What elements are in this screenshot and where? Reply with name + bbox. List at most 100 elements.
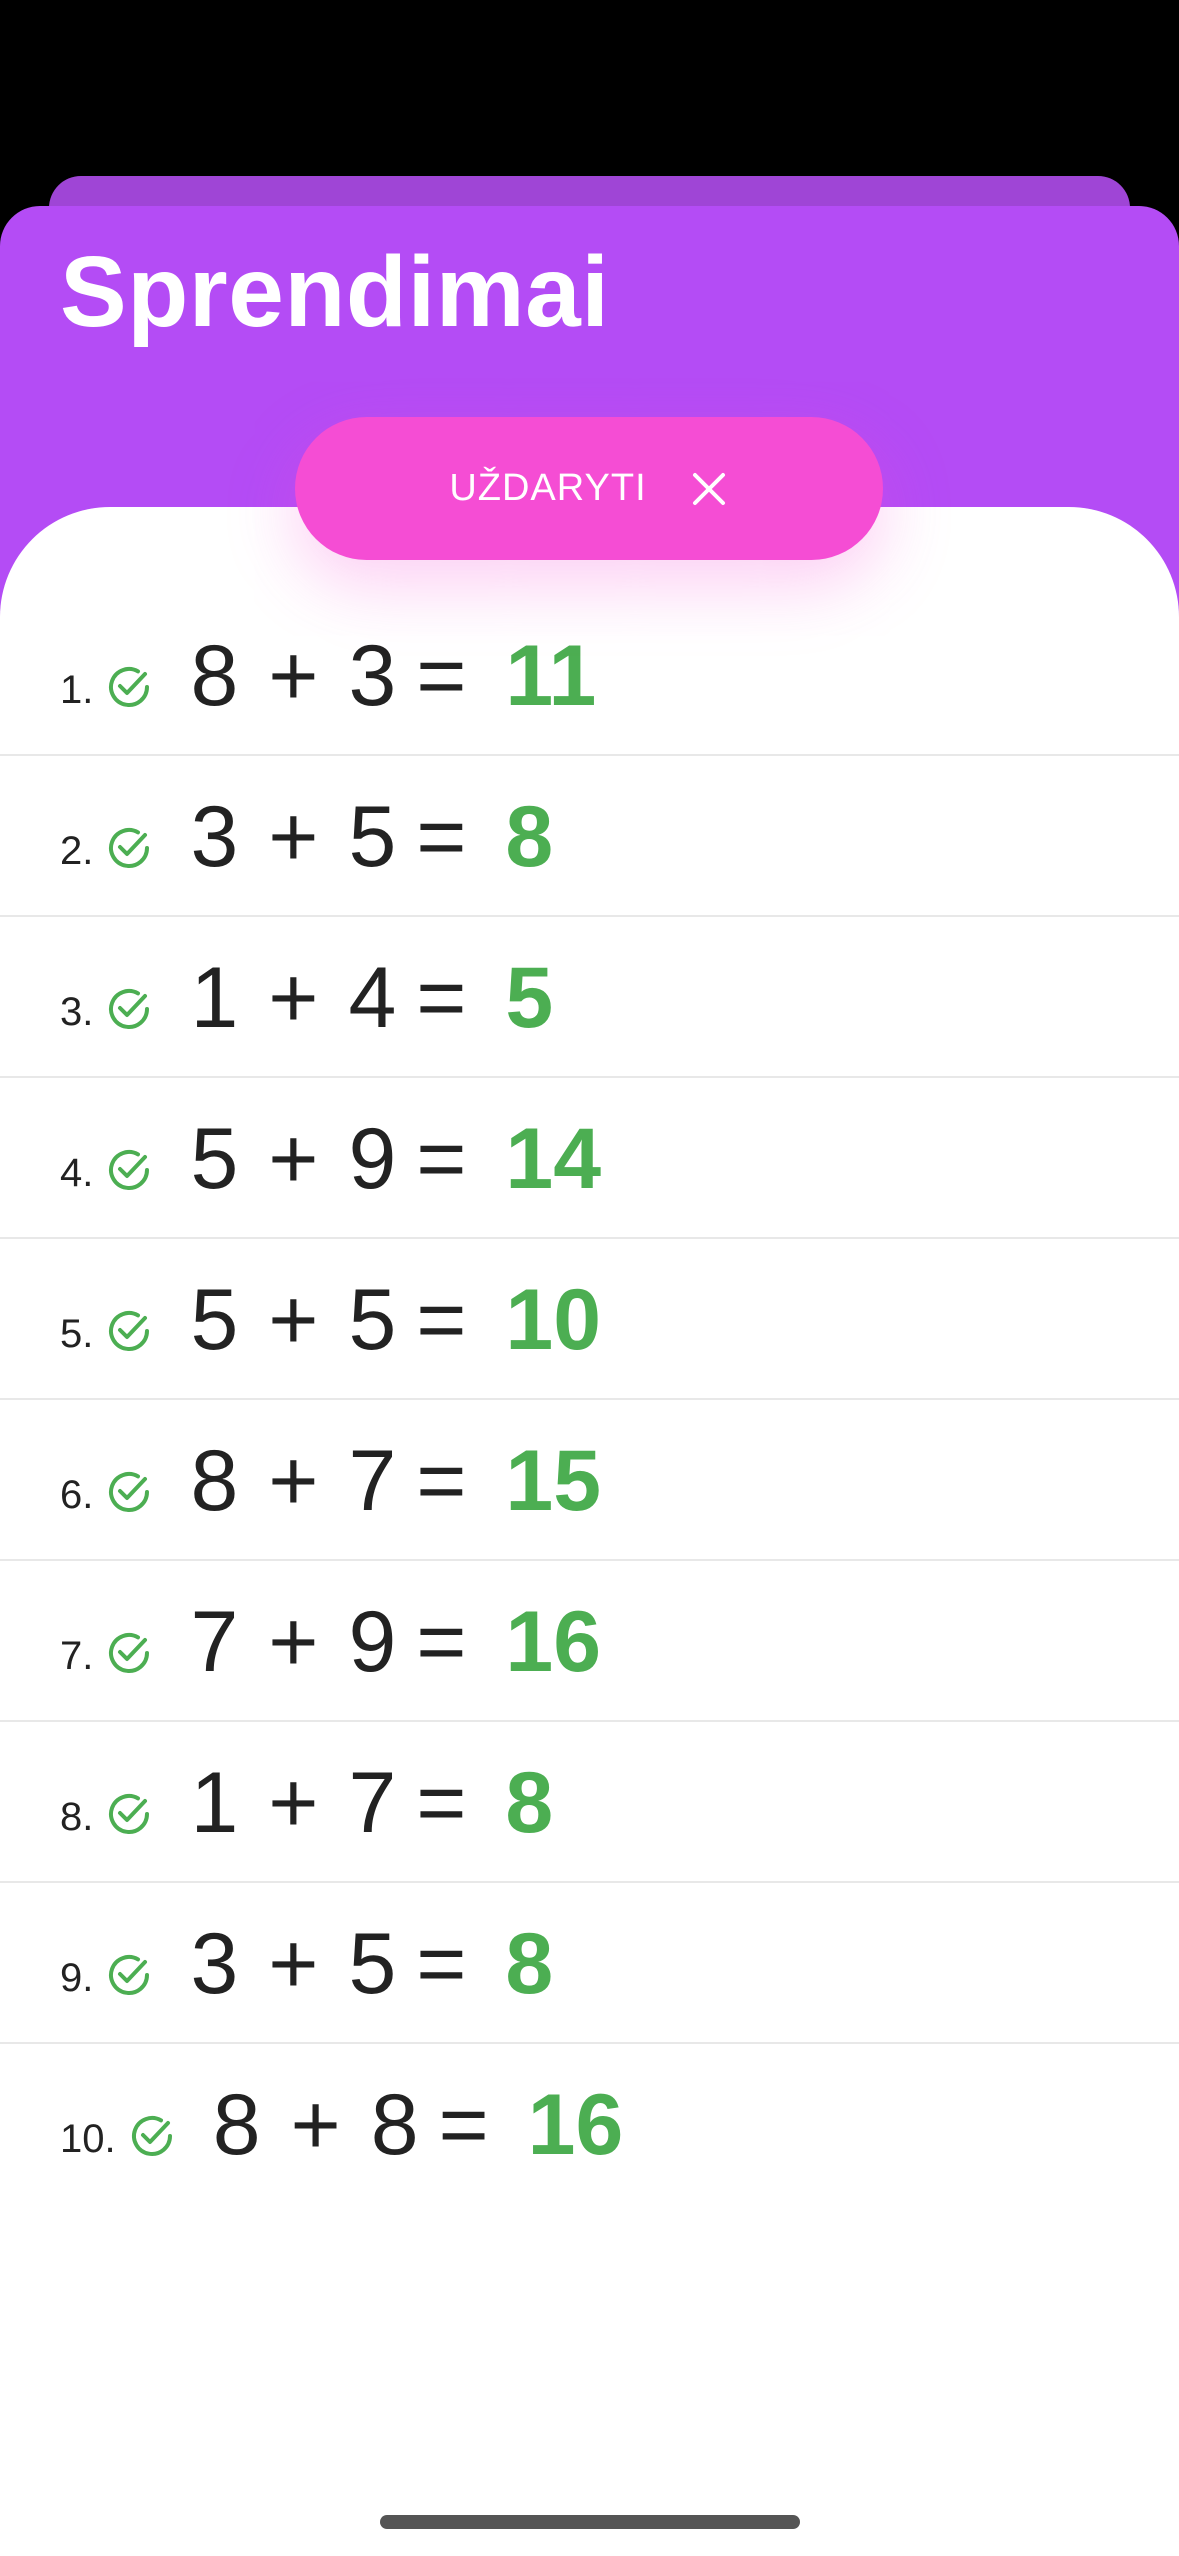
operator: + [268, 628, 319, 724]
solution-content: 7. 7 + 9 = 16 [60, 1597, 601, 1687]
solutions-list: 1. 8 + 3 = 11 2. 3 + 5 = 8 3. 1 + 4 = 5 … [0, 595, 1179, 2205]
operator: + [268, 1916, 319, 2012]
equation: 1 + 7 = 8 [187, 1760, 553, 1846]
solution-row: 9. 3 + 5 = 8 [0, 1883, 1179, 2044]
solution-number: 6. [60, 1473, 94, 1517]
answer: 5 [505, 950, 554, 1046]
answer: 14 [505, 1111, 602, 1207]
solution-row: 6. 8 + 7 = 15 [0, 1400, 1179, 1561]
check-circle-icon [109, 667, 150, 707]
answer: 15 [505, 1433, 602, 1529]
equation: 8 + 8 = 16 [210, 2082, 624, 2168]
equation: 3 + 5 = 8 [187, 794, 553, 880]
operator: + [268, 950, 319, 1046]
equation: 5 + 5 = 10 [187, 1277, 601, 1363]
operand-b: 3 [348, 628, 397, 724]
operand-a: 3 [190, 1916, 239, 2012]
equation: 5 + 9 = 14 [187, 1116, 601, 1202]
equals-sign: = [416, 1916, 467, 2012]
close-button[interactable]: UŽDARYTI [295, 417, 883, 560]
operator: + [268, 1594, 319, 1690]
operand-a: 5 [190, 1111, 239, 1207]
equals-sign: = [416, 1594, 467, 1690]
answer: 16 [505, 1594, 602, 1690]
answer: 8 [505, 1755, 554, 1851]
equals-sign: = [416, 1755, 467, 1851]
equation: 1 + 4 = 5 [187, 955, 553, 1041]
equals-sign: = [416, 789, 467, 885]
operand-b: 4 [348, 950, 397, 1046]
operand-b: 5 [348, 1916, 397, 2012]
equation: 3 + 5 = 8 [187, 1921, 553, 2007]
solution-content: 6. 8 + 7 = 15 [60, 1436, 601, 1526]
solution-number: 3. [60, 990, 94, 1034]
solution-content: 2. 3 + 5 = 8 [60, 792, 553, 882]
solution-number: 2. [60, 829, 94, 873]
answer: 8 [505, 1916, 554, 2012]
equals-sign: = [416, 1272, 467, 1368]
operand-a: 8 [190, 628, 239, 724]
home-indicator[interactable] [380, 2515, 800, 2529]
page-title: Sprendimai [60, 236, 610, 348]
solution-row: 10. 8 + 8 = 16 [0, 2044, 1179, 2205]
operand-b: 9 [348, 1111, 397, 1207]
operand-b: 7 [348, 1755, 397, 1851]
operand-b: 8 [370, 2077, 419, 2173]
solution-number: 8. [60, 1795, 94, 1839]
operator: + [268, 1433, 319, 1529]
equals-sign: = [438, 2077, 489, 2173]
equation: 8 + 3 = 11 [187, 633, 596, 719]
solution-row: 5. 5 + 5 = 10 [0, 1239, 1179, 1400]
check-circle-icon [109, 1150, 150, 1190]
operator: + [268, 1755, 319, 1851]
operand-b: 5 [348, 1272, 397, 1368]
check-circle-icon [109, 828, 150, 868]
solution-content: 8. 1 + 7 = 8 [60, 1758, 553, 1848]
answer: 11 [505, 628, 597, 724]
solution-content: 9. 3 + 5 = 8 [60, 1919, 553, 2009]
solution-number: 4. [60, 1151, 94, 1195]
close-icon [692, 472, 725, 505]
check-circle-icon [109, 1955, 150, 1995]
operand-b: 5 [348, 789, 397, 885]
check-circle-icon [109, 1472, 150, 1512]
operator: + [290, 2077, 341, 2173]
operand-a: 3 [190, 789, 239, 885]
solution-number: 1. [60, 668, 94, 712]
solution-number: 9. [60, 1956, 94, 2000]
check-circle-icon [109, 989, 150, 1029]
operand-a: 5 [190, 1272, 239, 1368]
operand-b: 7 [348, 1433, 397, 1529]
operator: + [268, 1111, 319, 1207]
solution-content: 1. 8 + 3 = 11 [60, 631, 596, 721]
check-circle-icon [109, 1633, 150, 1673]
equals-sign: = [416, 628, 467, 724]
solution-row: 4. 5 + 9 = 14 [0, 1078, 1179, 1239]
equals-sign: = [416, 1433, 467, 1529]
close-button-label: UŽDARYTI [449, 467, 647, 509]
operand-a: 7 [190, 1594, 239, 1690]
solution-content: 10. 8 + 8 = 16 [60, 2080, 623, 2170]
solution-row: 2. 3 + 5 = 8 [0, 756, 1179, 917]
answer: 16 [527, 2077, 624, 2173]
check-circle-icon [109, 1311, 150, 1351]
solution-number: 7. [60, 1634, 94, 1678]
solution-row: 3. 1 + 4 = 5 [0, 917, 1179, 1078]
solution-content: 5. 5 + 5 = 10 [60, 1275, 601, 1365]
solution-number: 5. [60, 1312, 94, 1356]
solution-content: 4. 5 + 9 = 14 [60, 1114, 601, 1204]
equals-sign: = [416, 950, 467, 1046]
equation: 7 + 9 = 16 [187, 1599, 601, 1685]
operator: + [268, 789, 319, 885]
check-circle-icon [131, 2116, 172, 2156]
operand-a: 8 [190, 1433, 239, 1529]
answer: 10 [505, 1272, 602, 1368]
solution-row: 1. 8 + 3 = 11 [0, 595, 1179, 756]
operand-a: 1 [190, 950, 239, 1046]
solution-row: 7. 7 + 9 = 16 [0, 1561, 1179, 1722]
check-circle-icon [109, 1794, 150, 1834]
operand-b: 9 [348, 1594, 397, 1690]
operand-a: 8 [212, 2077, 261, 2173]
answer: 8 [505, 789, 554, 885]
solution-row: 8. 1 + 7 = 8 [0, 1722, 1179, 1883]
